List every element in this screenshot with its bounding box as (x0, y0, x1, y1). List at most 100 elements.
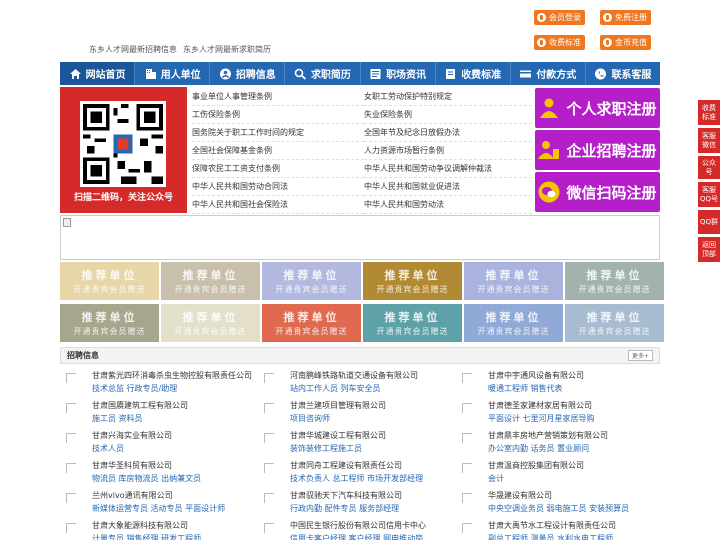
company-name[interactable]: 华晟建设有限公司 (488, 490, 552, 501)
job-positions[interactable]: 副总工程师 测量员 水利水电工程师 (488, 533, 613, 540)
job-positions[interactable]: 技术人员 (92, 443, 124, 454)
more-button[interactable]: 更多+ (627, 350, 653, 361)
recommend-slot[interactable]: 推荐单位 开通贵宾会员赠送 (565, 262, 664, 300)
back-to-top[interactable]: 返回顶部 (698, 237, 720, 262)
nav-payment[interactable]: 付款方式 (511, 62, 586, 85)
recommend-slot[interactable]: 推荐单位 开通贵宾会员赠送 (464, 304, 563, 342)
company-name[interactable]: 甘肃同舟工程建设有限责任公司 (290, 460, 402, 471)
policy-link[interactable]: 中华人民共和国社会保险法 (192, 196, 364, 214)
policy-link[interactable]: 人力资源市场暂行条例 (364, 142, 532, 160)
policy-link[interactable]: 全国社会保障基金条例 (192, 142, 364, 160)
login-button[interactable]: 会员登录 (534, 10, 585, 25)
side-wechat[interactable]: 客服微信 (698, 128, 720, 153)
recommend-slot[interactable]: 推荐单位 开通贵宾会员赠送 (363, 304, 462, 342)
recommend-slot[interactable]: 推荐单位 开通贵宾会员赠送 (363, 262, 462, 300)
policy-link[interactable]: 工伤保险条例 (192, 106, 364, 124)
pricing-button[interactable]: 收费标准 (534, 35, 585, 50)
company-name[interactable]: 河南鹏峰铁路轨道交通设备有限公司 (290, 370, 418, 381)
job-item[interactable]: 甘肃兴海实业有限公司 技术人员 (60, 430, 250, 458)
policy-link[interactable]: 中华人民共和国劳动法 (364, 196, 532, 214)
job-positions[interactable]: 物流员 库房物流员 出纳兼文员 (92, 473, 201, 484)
nav-employers[interactable]: 用人单位 (135, 62, 211, 85)
company-name[interactable]: 甘肃鼎丰房地产营销策划有限公司 (488, 430, 608, 441)
company-name[interactable]: 甘肃华城建设工程有限公司 (290, 430, 386, 441)
policy-link[interactable]: 保障农民工工资支付条例 (192, 160, 364, 178)
company-name[interactable]: 甘肃温商控股集团有限公司 (488, 460, 584, 471)
job-positions[interactable]: 中央空调业务员 弱电施工员 安装预算员 (488, 503, 629, 514)
company-name[interactable]: 甘肃大禹节水工程设计有限责任公司 (488, 520, 616, 531)
job-positions[interactable]: 会计 (488, 473, 504, 484)
job-item[interactable]: 中国民生银行股份有限公司信用卡中心信用卡客户经理 客户经理 网申推动岗 (258, 520, 448, 540)
recommend-slot[interactable]: 推荐单位 开通贵宾会员赠送 (60, 262, 159, 300)
wechat-register-button[interactable]: 微信扫码注册 (535, 172, 660, 212)
job-positions[interactable]: 新媒体运营专员 活动专员 平面设计师 (92, 503, 225, 514)
policy-link[interactable]: 女职工劳动保护特别规定 (364, 88, 532, 106)
job-positions[interactable]: 计量专员 销售经理 研发工程师 (92, 533, 201, 540)
nav-news[interactable]: 职场资讯 (361, 62, 436, 85)
job-item[interactable]: 甘肃鼎丰房地产营销策划有限公司 办公室内勤 话务员 置业顾问 (456, 430, 646, 458)
company-name[interactable]: 甘肃中宇通风设备有限公司 (488, 370, 584, 381)
company-name[interactable]: 甘肃大象能源科技有限公司 (92, 520, 188, 531)
job-item[interactable]: 甘肃温商控股集团有限公司 会计 (456, 460, 646, 488)
policy-link[interactable]: 事业单位人事管理条例 (192, 88, 364, 106)
job-positions[interactable]: 项目咨询师 (290, 413, 330, 424)
ad-banner[interactable] (60, 215, 660, 260)
job-positions[interactable]: 技术负责人 总工程师 市场开发部经理 (290, 473, 423, 484)
job-item[interactable]: 甘肃大禹节水工程设计有限责任公司副总工程师 测量员 水利水电工程师 (456, 520, 646, 540)
policy-link[interactable]: 中华人民共和国劳动争议调解仲裁法 (364, 160, 532, 178)
side-qq-group[interactable]: QQ群 (698, 210, 720, 234)
job-positions[interactable]: 信用卡客户经理 客户经理 网申推动岗 (290, 533, 423, 540)
side-official-account[interactable]: 公众号 (698, 156, 720, 179)
policy-link[interactable]: 中华人民共和国劳动合同法 (192, 178, 364, 196)
policy-link[interactable]: 全国年节及纪念日放假办法 (364, 124, 532, 142)
policy-link[interactable]: 中华人民共和国就业促进法 (364, 178, 532, 196)
job-positions[interactable]: 办公室内勤 话务员 置业顾问 (488, 443, 589, 454)
company-name[interactable]: 甘肃兴海实业有限公司 (92, 430, 172, 441)
recommend-slot[interactable]: 推荐单位 开通贵宾会员赠送 (60, 304, 159, 342)
job-item[interactable]: 兰州vivo通讯有限公司新媒体运营专员 活动专员 平面设计师 (60, 490, 250, 518)
job-item[interactable]: 甘肃华圣科贸有限公司物流员 库房物流员 出纳兼文员 (60, 460, 250, 488)
personal-register-button[interactable]: 个人求职注册 (535, 88, 660, 128)
job-item[interactable]: 甘肃驭驰天下汽车科技有限公司 行政内勤 配件专员 服务部经理 (258, 490, 448, 518)
job-item[interactable]: 华晟建设有限公司中央空调业务员 弱电施工员 安装预算员 (456, 490, 646, 518)
company-name[interactable]: 甘肃华圣科贸有限公司 (92, 460, 172, 471)
company-name[interactable]: 兰州vivo通讯有限公司 (92, 490, 173, 501)
nav-resumes[interactable]: 求职简历 (285, 62, 361, 85)
company-name[interactable]: 甘肃兰建项目管理有限公司 (290, 400, 386, 411)
job-positions[interactable]: 暖通工程师 销售代表 (488, 383, 563, 394)
recommend-slot[interactable]: 推荐单位 开通贵宾会员赠送 (565, 304, 664, 342)
job-positions[interactable]: 施工员 资料员 (92, 413, 143, 424)
policy-link[interactable]: 国务院关于职工工作时间的规定 (192, 124, 364, 142)
company-name[interactable]: 甘肃驭驰天下汽车科技有限公司 (290, 490, 402, 501)
job-item[interactable]: 甘肃兰建项目管理有限公司 项目咨询师 (258, 400, 448, 428)
company-name[interactable]: 中国民生银行股份有限公司信用卡中心 (290, 520, 426, 531)
job-item[interactable]: 河南鹏峰铁路轨道交通设备有限公司 站内工作人员 列车安全员 (258, 370, 448, 398)
nav-home[interactable]: 网站首页 (60, 62, 136, 85)
recommend-slot[interactable]: 推荐单位 开通贵宾会员赠送 (161, 304, 260, 342)
job-item[interactable]: 甘肃同舟工程建设有限责任公司技术负责人 总工程师 市场开发部经理 (258, 460, 448, 488)
job-positions[interactable]: 装饰装修工程施工员 (290, 443, 362, 454)
job-positions[interactable]: 平面设计 七里河月星家居导购 (488, 413, 595, 424)
company-name[interactable]: 甘肃国赓建筑工程有限公司 (92, 400, 188, 411)
job-item[interactable]: 甘肃华城建设工程有限公司 装饰装修工程施工员 (258, 430, 448, 458)
recommend-slot[interactable]: 推荐单位 开通贵宾会员赠送 (262, 262, 361, 300)
company-register-button[interactable]: 企业招聘注册 (535, 130, 660, 170)
job-item[interactable]: 甘肃德圣家建材家居有限公司 平面设计 七里河月星家居导购 (456, 400, 646, 428)
nav-jobs[interactable]: 招聘信息 (210, 62, 286, 85)
company-name[interactable]: 甘肃紫光四环消毒杀虫生物控股有限责任公司 (92, 370, 252, 381)
job-item[interactable]: 甘肃国赓建筑工程有限公司 施工员 资料员 (60, 400, 250, 428)
job-item[interactable]: 甘肃中宇通风设备有限公司 暖通工程师 销售代表 (456, 370, 646, 398)
latest-resumes-link[interactable]: 东乡人才网最新求职简历 (183, 44, 271, 55)
job-item[interactable]: 甘肃大象能源科技有限公司计量专员 销售经理 研发工程师 (60, 520, 250, 540)
job-positions[interactable]: 技术总监 行政专员/助理 (92, 383, 177, 394)
recharge-button[interactable]: 金币充值 (600, 35, 651, 50)
job-item[interactable]: 甘肃紫光四环消毒杀虫生物控股有限责任公司 技术总监 行政专员/助理 (60, 370, 252, 398)
side-pricing[interactable]: 收费标准 (698, 100, 720, 125)
register-button[interactable]: 免费注册 (600, 10, 651, 25)
nav-pricing[interactable]: 收费标准 (436, 62, 511, 85)
latest-jobs-link[interactable]: 东乡人才网最新招聘信息 (89, 44, 177, 55)
nav-support[interactable]: 联系客服 (586, 62, 660, 85)
recommend-slot[interactable]: 推荐单位 开通贵宾会员赠送 (161, 262, 260, 300)
job-positions[interactable]: 行政内勤 配件专员 服务部经理 (290, 503, 399, 514)
recommend-slot[interactable]: 推荐单位 开通贵宾会员赠送 (262, 304, 361, 342)
